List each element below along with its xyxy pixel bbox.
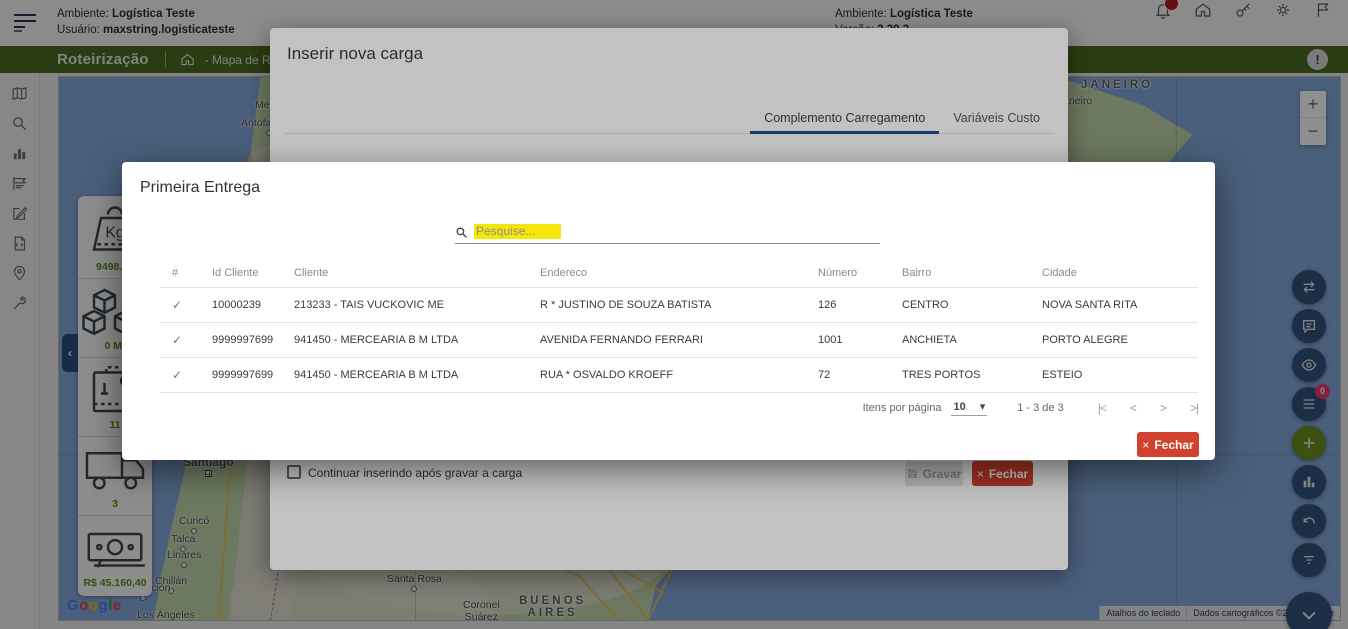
next-page-button[interactable]: > bbox=[1160, 401, 1166, 415]
first-delivery-dialog: Primeira Entrega Pesquise... # Id Client… bbox=[122, 162, 1215, 460]
deliveries-table: # Id Cliente Cliente Endereco Número Bai… bbox=[160, 258, 1198, 393]
last-page-button[interactable]: >| bbox=[1190, 401, 1198, 415]
table-row[interactable]: ✓ 9999997699 941450 - MERCEARIA B M LTDA… bbox=[160, 323, 1198, 358]
row-check-icon: ✓ bbox=[172, 333, 212, 347]
row-check-icon: ✓ bbox=[172, 368, 212, 382]
table-row[interactable]: ✓ 10000239 213233 - TAIS VUCKOVIC ME R *… bbox=[160, 288, 1198, 323]
table-header: # Id Cliente Cliente Endereco Número Bai… bbox=[160, 258, 1198, 288]
page-range: 1 - 3 de 3 bbox=[1017, 402, 1063, 414]
pagination: Itens por página 10 ▾ 1 - 3 de 3 |< < > … bbox=[863, 400, 1198, 416]
close-icon: × bbox=[1142, 438, 1149, 452]
page-size-select[interactable]: 10 ▾ bbox=[951, 400, 987, 416]
first-page-button[interactable]: |< bbox=[1098, 401, 1106, 415]
search-placeholder: Pesquise... bbox=[474, 224, 561, 239]
close-button[interactable]: × Fechar bbox=[1137, 432, 1199, 457]
search-icon bbox=[455, 226, 468, 239]
row-check-icon: ✓ bbox=[172, 298, 212, 312]
table-row[interactable]: ✓ 9999997699 941450 - MERCEARIA B M LTDA… bbox=[160, 358, 1198, 393]
dialog-title: Primeira Entrega bbox=[140, 179, 260, 197]
dropdown-arrow-icon: ▾ bbox=[980, 400, 986, 413]
prev-page-button[interactable]: < bbox=[1130, 401, 1136, 415]
search-input[interactable]: Pesquise... bbox=[455, 220, 880, 244]
items-per-page-label: Itens por página bbox=[863, 402, 942, 414]
